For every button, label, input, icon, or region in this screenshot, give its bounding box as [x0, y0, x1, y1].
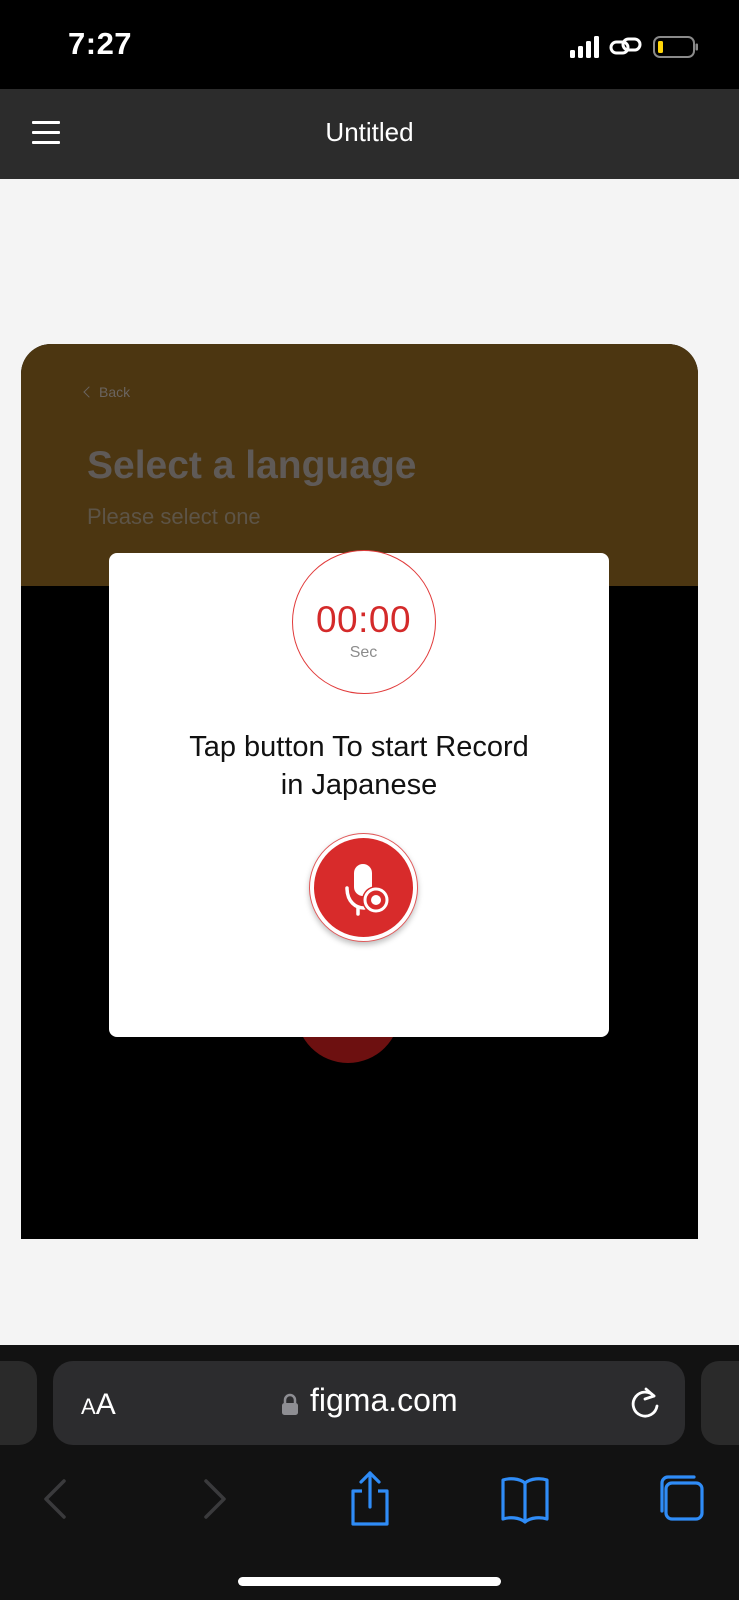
tabs-icon[interactable] [652, 1469, 712, 1529]
battery-icon [653, 36, 698, 58]
timer-unit: Sec [349, 644, 378, 661]
record-button-fill [314, 838, 413, 937]
address-bar[interactable]: AA figma.com [53, 1361, 685, 1445]
frame-subtitle: Please select one [87, 504, 261, 529]
prompt-line-2: in Japanese [280, 769, 438, 801]
bookmarks-icon[interactable] [495, 1469, 555, 1529]
text-size-small-glyph: A [81, 1394, 96, 1419]
text-size-big-glyph: A [95, 1388, 116, 1421]
text-size-button[interactable]: AA [81, 1388, 116, 1422]
forward-arrow-icon[interactable] [184, 1469, 244, 1529]
back-arrow-icon[interactable] [26, 1469, 86, 1529]
status-bar: 7:27 [0, 0, 739, 89]
timer-circle: 00:00 Sec [292, 550, 436, 694]
prototype-canvas: Back Select a language Please select one… [0, 179, 739, 1345]
record-button[interactable] [309, 833, 418, 942]
status-time: 7:27 [68, 26, 133, 61]
frame-title: Select a language [87, 444, 417, 487]
status-icons [570, 34, 699, 60]
share-icon[interactable] [340, 1469, 400, 1529]
prompt-line-1: Tap button To start Record [189, 731, 529, 763]
lock-icon [282, 1393, 298, 1415]
link-icon [609, 37, 642, 55]
document-title: Untitled [325, 117, 414, 147]
next-tab-preview[interactable] [701, 1361, 739, 1445]
chevron-left-icon [83, 386, 95, 398]
microphone-record-icon [345, 864, 390, 916]
url-text: figma.com [310, 1382, 458, 1418]
back-link[interactable]: Back [83, 384, 131, 400]
signal-icon [570, 36, 599, 58]
record-prompt: Tap button To start Record in Japanese [109, 728, 609, 804]
browser-toolbar: AA figma.com [0, 1345, 739, 1600]
timer-value: 00:00 [315, 599, 412, 640]
previous-tab-preview[interactable] [0, 1361, 37, 1445]
home-indicator [238, 1577, 501, 1586]
reload-icon[interactable] [628, 1385, 662, 1421]
browser-nav-row [0, 1469, 739, 1529]
figma-header: Untitled [0, 89, 739, 179]
record-modal: 00:00 Sec Tap button To start Record in … [109, 550, 609, 1037]
back-label: Back [99, 384, 131, 400]
